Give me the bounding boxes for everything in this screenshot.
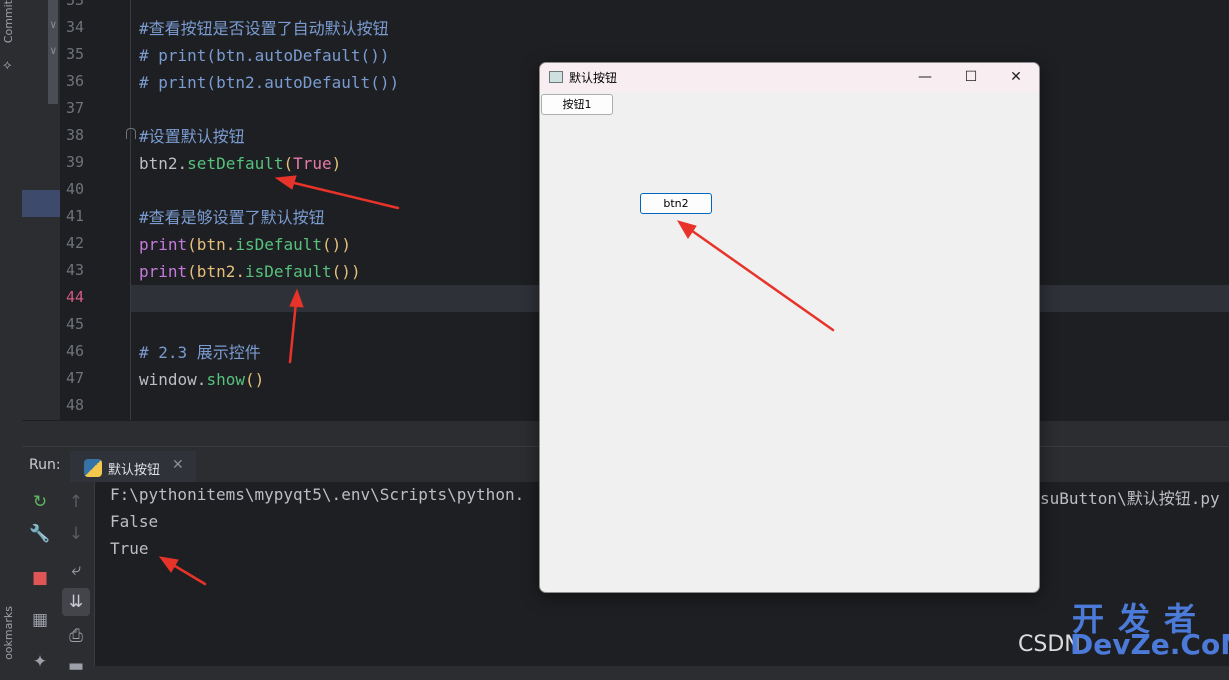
arrow-head bbox=[676, 220, 697, 239]
watermark-devze: DevZe.CoM bbox=[1070, 628, 1229, 661]
annotation-arrow bbox=[284, 179, 400, 210]
annotation-arrow bbox=[288, 300, 298, 364]
arrow-head bbox=[289, 288, 304, 308]
annotation-arrow bbox=[686, 226, 835, 332]
arrow-head bbox=[274, 175, 297, 190]
annotation-arrows bbox=[158, 175, 835, 586]
annotation-arrow bbox=[168, 561, 207, 586]
arrow-head bbox=[158, 556, 179, 573]
